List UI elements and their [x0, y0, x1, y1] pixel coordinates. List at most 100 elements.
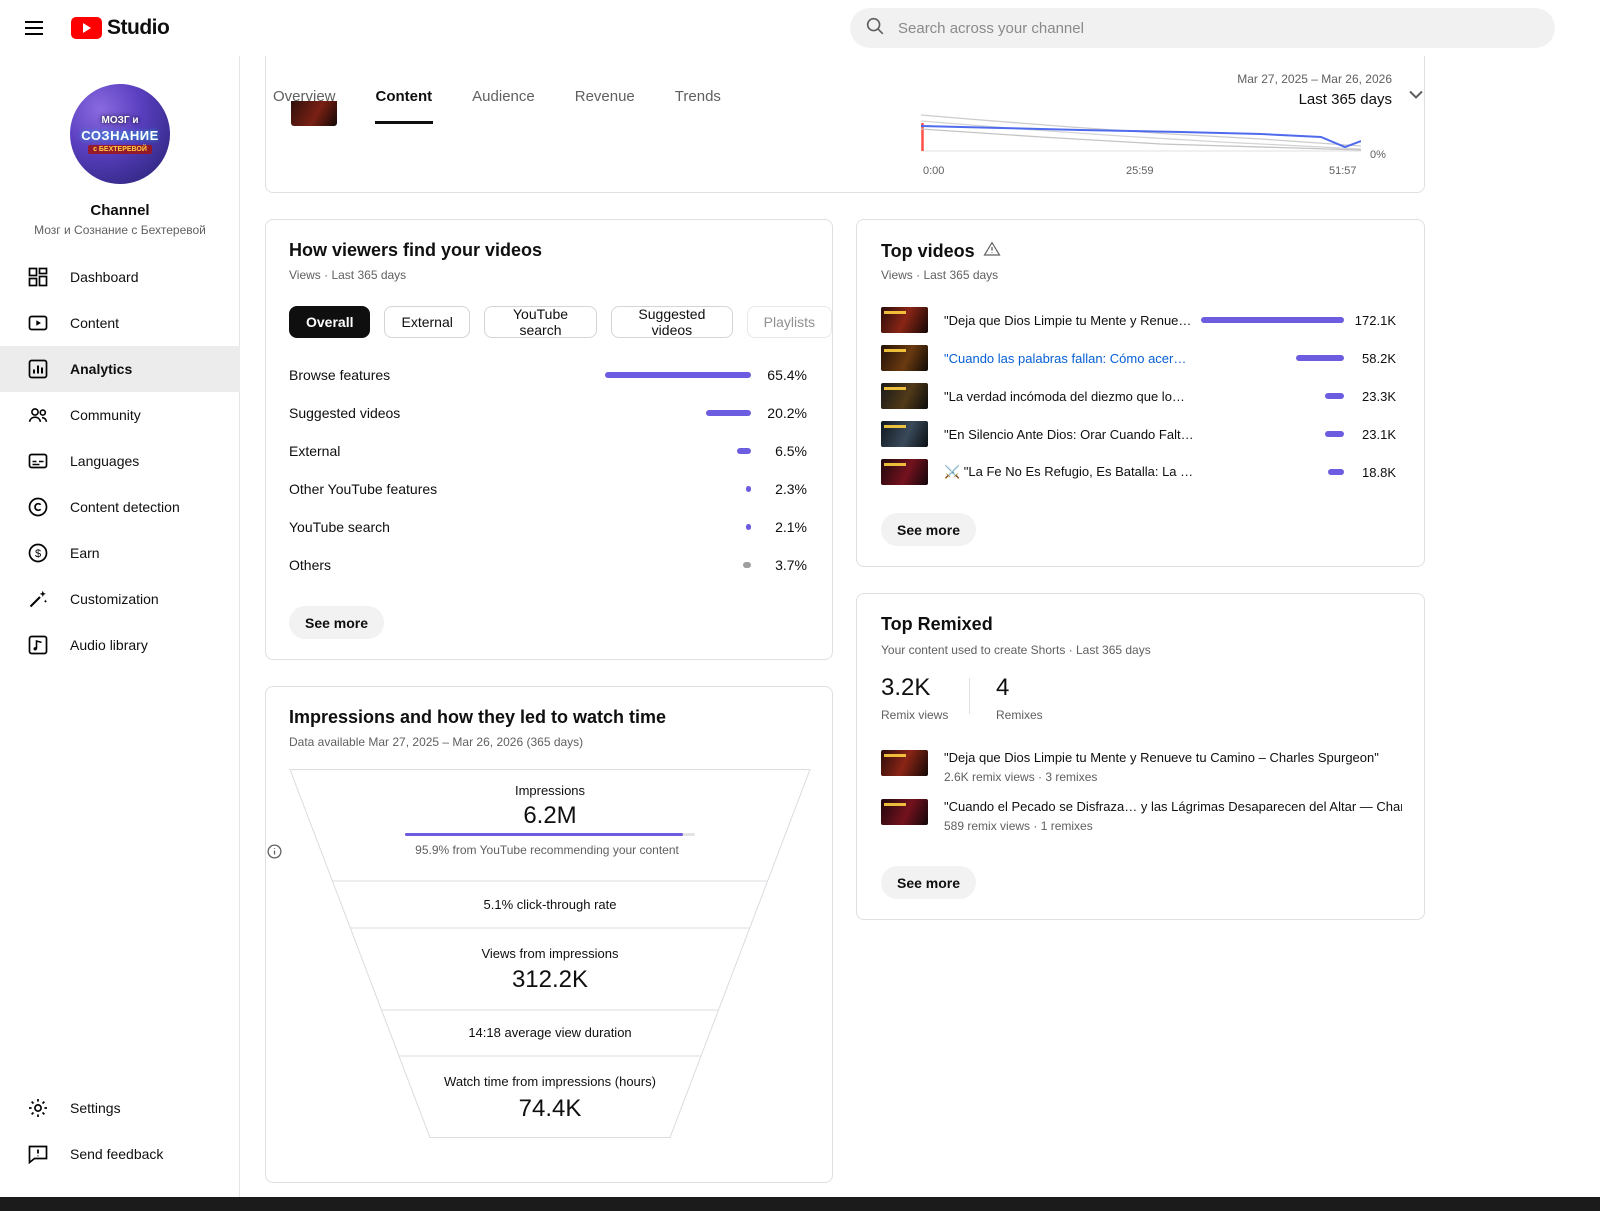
see-more-button[interactable]: See more [881, 513, 976, 546]
impressions-source-text: 95.9% from YouTube recommending your con… [415, 843, 679, 857]
impressions-value: 6.2M [266, 802, 834, 830]
tab-trends[interactable]: Trends [674, 72, 722, 124]
sidebar-item-settings[interactable]: Settings [0, 1085, 240, 1131]
search-input[interactable] [896, 19, 1541, 38]
hamburger-menu-icon[interactable] [22, 16, 46, 40]
sidebar-item-community[interactable]: Community [0, 392, 240, 438]
traffic-row[interactable]: Browse features 65.4% [289, 356, 807, 394]
traffic-row[interactable]: Others 3.7% [289, 546, 807, 584]
dashboard-icon [26, 265, 50, 289]
sidebar-item-label: Analytics [70, 361, 132, 377]
traffic-bar [743, 562, 751, 568]
community-icon [26, 403, 50, 427]
chevron-down-icon[interactable] [1404, 82, 1428, 106]
traffic-bar-track [528, 524, 751, 530]
tab-content[interactable]: Content [375, 72, 434, 124]
sidebar-item-label: Content detection [70, 499, 180, 515]
tab-revenue[interactable]: Revenue [574, 72, 636, 124]
views-bar-track [1194, 469, 1344, 475]
views-bar [1201, 317, 1344, 323]
x-axis-tick: 0:00 [923, 165, 944, 177]
warning-icon[interactable] [983, 240, 1001, 263]
remixed-video-row[interactable]: "Deja que Dios Limpie tu Mente y Renueve… [881, 750, 1402, 790]
channel-avatar[interactable]: МОЗГ и СОЗНАНИЕ с БЕХТЕРЕВОЙ [70, 84, 170, 184]
video-title[interactable]: "La verdad incómoda del diezmo que lo… [944, 389, 1194, 404]
traffic-bar-track [528, 410, 751, 416]
channel-subtitle: Мозг и Сознание с Бехтеревой [0, 223, 240, 237]
sidebar-item-send-feedback[interactable]: Send feedback [0, 1131, 240, 1177]
date-range-filter[interactable]: Mar 27, 2025 – Mar 26, 2026 Last 365 day… [1237, 72, 1392, 108]
remixed-video-row[interactable]: "Cuando el Pecado se Disfraza… y las Lág… [881, 799, 1402, 839]
bottom-scrollbar-strip[interactable] [0, 1197, 1600, 1211]
views-bar [1325, 431, 1344, 437]
traffic-bar [605, 372, 751, 378]
traffic-source-label: Others [289, 557, 528, 573]
sidebar-item-customization[interactable]: Customization [0, 576, 240, 622]
tab-label: Audience [472, 88, 535, 105]
video-title[interactable]: "En Silencio Ante Dios: Orar Cuando Falt… [944, 427, 1194, 442]
video-row[interactable]: "La verdad incómoda del diezmo que lo… 2… [881, 377, 1396, 415]
traffic-bar-track [528, 372, 751, 378]
top-remixed-card: Top Remixed Your content used to create … [856, 593, 1425, 920]
chip-suggested-videos[interactable]: Suggested videos [611, 306, 732, 338]
video-thumbnail [881, 799, 928, 825]
see-more-button[interactable]: See more [881, 866, 976, 899]
video-thumbnail [881, 459, 928, 485]
audio-library-icon [26, 633, 50, 657]
chip-playlists: Playlists [747, 306, 832, 338]
video-title[interactable]: "Deja que Dios Limpie tu Mente y Renue… [944, 313, 1194, 328]
video-row[interactable]: ⚔️ "La Fe No Es Refugio, Es Batalla: La … [881, 453, 1396, 491]
chip-overall[interactable]: Overall [289, 306, 370, 338]
youtube-studio-analytics-page: Studio МОЗГ и СОЗНАНИЕ с БЕХТЕРЕВОЙ Chan… [0, 0, 1600, 1211]
content-detection-icon [26, 495, 50, 519]
languages-icon [26, 449, 50, 473]
sidebar-item-label: Customization [70, 591, 159, 607]
sidebar-item-analytics[interactable]: Analytics [0, 346, 240, 392]
traffic-row[interactable]: Suggested videos 20.2% [289, 394, 807, 432]
traffic-row[interactable]: External 6.5% [289, 432, 807, 470]
youtube-studio-logo[interactable]: Studio [71, 16, 169, 40]
traffic-bar [737, 448, 751, 454]
traffic-source-percent: 3.7% [751, 557, 807, 573]
traffic-row[interactable]: YouTube search 2.1% [289, 508, 807, 546]
traffic-source-percent: 6.5% [751, 443, 807, 459]
views-bar [1325, 393, 1344, 399]
traffic-row[interactable]: Other YouTube features 2.3% [289, 470, 807, 508]
video-title[interactable]: "Cuando las palabras fallan: Cómo acer… [944, 351, 1194, 366]
sidebar-item-earn[interactable]: $ Earn [0, 530, 240, 576]
see-more-button[interactable]: See more [289, 606, 384, 639]
chip-external[interactable]: External [384, 306, 469, 338]
remixed-video-meta: 2.6K remix views · 3 remixes [944, 770, 1402, 784]
sidebar-item-label: Content [70, 315, 119, 331]
remixes-value: 4 [996, 674, 1043, 702]
sidebar-item-audio-library[interactable]: Audio library [0, 622, 240, 668]
views-from-impressions-value: 312.2K [266, 966, 834, 994]
video-title[interactable]: ⚔️ "La Fe No Es Refugio, Es Batalla: La … [944, 464, 1194, 480]
tab-overview[interactable]: Overview [272, 72, 337, 124]
tab-audience[interactable]: Audience [471, 72, 536, 124]
avatar-text-line2: СОЗНАНИЕ [81, 128, 159, 143]
sidebar-item-content-detection[interactable]: Content detection [0, 484, 240, 530]
top-videos-card: Top videos Views · Last 365 days "Deja q… [856, 219, 1425, 567]
views-value: 23.1K [1348, 427, 1396, 442]
card-subtitle: Views · Last 365 days [289, 268, 406, 282]
remixed-video-title[interactable]: "Deja que Dios Limpie tu Mente y Renueve… [944, 750, 1402, 765]
chip-youtube-search[interactable]: YouTube search [484, 306, 597, 338]
remixed-video-title[interactable]: "Cuando el Pecado se Disfraza… y las Lág… [944, 799, 1402, 814]
impressions-label: Impressions [266, 783, 834, 798]
retention-line-chart[interactable] [921, 105, 1361, 157]
video-row[interactable]: "En Silencio Ante Dios: Orar Cuando Falt… [881, 415, 1396, 453]
channel-search-bar [850, 8, 1555, 48]
sidebar-item-content[interactable]: Content [0, 300, 240, 346]
avatar-text-line3: с БЕХТЕРЕВОЙ [88, 145, 152, 154]
sidebar-item-dashboard[interactable]: Dashboard [0, 254, 240, 300]
remixed-video-texts: "Cuando el Pecado se Disfraza… y las Lág… [944, 799, 1402, 839]
video-row[interactable]: "Cuando las palabras fallan: Cómo acer… … [881, 339, 1396, 377]
top-bar: Studio [0, 0, 1600, 56]
analytics-icon [26, 357, 50, 381]
sidebar-item-languages[interactable]: Languages [0, 438, 240, 484]
video-row[interactable]: "Deja que Dios Limpie tu Mente y Renue… … [881, 301, 1396, 339]
sidebar-item-label: Send feedback [70, 1146, 163, 1162]
sidebar-footer-nav: Settings Send feedback [0, 1085, 240, 1177]
y-axis-tick: 0% [1370, 149, 1386, 161]
